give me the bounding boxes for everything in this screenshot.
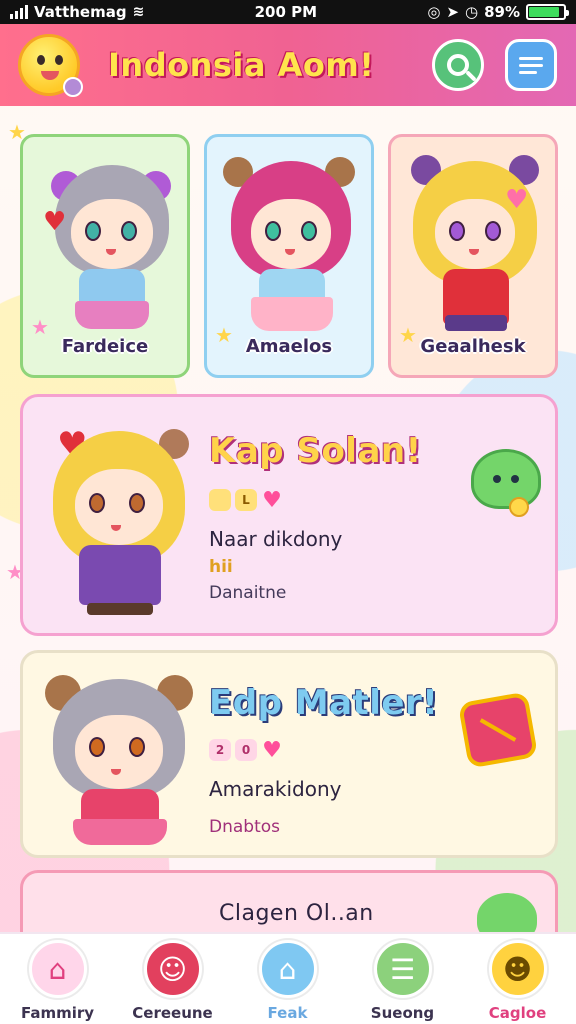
location-icon: ➤: [446, 3, 459, 21]
profile-line: Amarakidony: [209, 777, 342, 801]
smiley-mascot-icon[interactable]: [18, 34, 83, 97]
character-avatar: ♥: [39, 411, 199, 621]
profile-headline: Clagen Ol..an: [219, 901, 374, 926]
character-avatar: ♥: [405, 151, 545, 341]
profile-headline: Edp Matler!: [209, 683, 439, 723]
search-icon: [447, 54, 477, 82]
bottom-nav: ⌂ Fammiry ☺ Cereeune ⌂ Feak ☰ Sueong ☻ C…: [0, 932, 576, 1024]
carrier-label: Vatthemag: [34, 3, 127, 21]
character-card[interactable]: ♥ ★ Fardeice: [20, 134, 190, 378]
character-avatar: ♥: [41, 151, 181, 341]
heart-icon: ♥: [262, 487, 282, 513]
character-avatar: [39, 663, 199, 853]
nav-item[interactable]: ☺ Cereeune: [115, 934, 230, 1024]
edit-icon: [519, 56, 543, 74]
orientation-lock-icon: ◎: [427, 3, 441, 21]
nav-item[interactable]: ☻ Cagloe: [460, 934, 575, 1024]
battery-icon: [526, 4, 569, 20]
list-icon: ☰: [373, 940, 432, 998]
character-name: Amaelos: [245, 336, 333, 357]
nav-item[interactable]: ⌂ Feak: [230, 934, 345, 1024]
badge: 2: [209, 739, 231, 761]
profile-card[interactable]: ♥ Kap Solan! L ♥ Naar dikdony hii Danait…: [20, 394, 558, 636]
home-icon: ⌂: [28, 940, 87, 998]
app-title: Indonsia Aom!: [108, 46, 375, 84]
alarm-icon: ◷: [465, 3, 479, 21]
badge-row: L ♥: [209, 487, 283, 513]
badge: [209, 489, 231, 511]
character-name: Fardeice: [61, 336, 149, 357]
nav-item[interactable]: ☰ Sueong: [345, 934, 460, 1024]
badge-row: 2 0 ♥: [209, 737, 283, 763]
coin-icon: [509, 497, 529, 517]
profile-line: Naar dikdony: [209, 527, 343, 551]
status-bar: Vatthemag ≋ 200 PM ◎ ➤ ◷ 89%: [0, 0, 576, 24]
app-header: Indonsia Aom!: [0, 24, 576, 106]
clock: 200 PM: [254, 3, 318, 21]
character-card[interactable]: ★ Amaelos: [204, 134, 374, 378]
character-card[interactable]: ♥ ★ Geaalhesk: [388, 134, 558, 378]
home-icon: ⌂: [258, 940, 317, 998]
heart-icon: ♥: [262, 737, 282, 763]
shield-icon: [457, 691, 539, 769]
badge: L: [235, 489, 257, 511]
smiley-icon: ☻: [488, 940, 547, 998]
character-icon: ☺: [143, 940, 202, 998]
search-button[interactable]: [432, 39, 484, 91]
signal-icon: [10, 5, 28, 19]
profile-headline: Kap Solan!: [209, 431, 422, 471]
character-avatar: [221, 151, 361, 341]
nav-label: Cagloe: [488, 1004, 547, 1022]
edit-button[interactable]: [505, 39, 557, 91]
nav-label: Sueong: [370, 1004, 435, 1022]
nav-label: Cereeune: [132, 1004, 213, 1022]
badge: 0: [235, 739, 257, 761]
profile-level: hii: [209, 557, 233, 577]
nav-label: Feak: [267, 1004, 308, 1022]
nav-item[interactable]: ⌂ Fammiry: [0, 934, 115, 1024]
profile-card[interactable]: Edp Matler! 2 0 ♥ Amarakidony Dnabtos: [20, 650, 558, 858]
nav-label: Fammiry: [20, 1004, 95, 1022]
wifi-icon: ≋: [132, 4, 145, 20]
profile-subtext: Danaitne: [209, 583, 287, 603]
profile-subtext: Dnabtos: [209, 817, 280, 837]
character-name: Geaalhesk: [420, 336, 526, 357]
slime-icon: [471, 449, 541, 509]
battery-percent: 89%: [484, 3, 520, 21]
